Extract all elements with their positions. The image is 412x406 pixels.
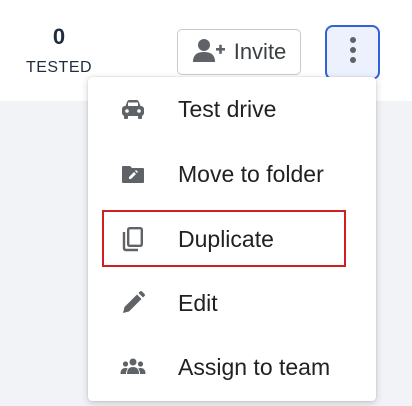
menu-item-label: Test drive	[178, 95, 277, 122]
tested-label: TESTED	[25, 59, 93, 76]
car-icon	[117, 93, 149, 125]
tested-stat: 0 TESTED	[16, 22, 102, 80]
invite-label: Invite	[233, 39, 287, 64]
context-menu: Test drive Move to folder Duplicate Edit…	[88, 77, 376, 401]
menu-item-test-drive[interactable]: Test drive	[88, 80, 376, 138]
more-options-button[interactable]	[325, 25, 380, 80]
menu-item-duplicate[interactable]: Duplicate	[88, 210, 376, 268]
add-person-icon	[192, 37, 226, 68]
menu-item-label: Assign to team	[178, 353, 331, 380]
tested-count: 0	[52, 24, 66, 49]
copy-icon	[117, 223, 149, 255]
team-icon	[117, 351, 149, 383]
menu-item-assign-to-team[interactable]: Assign to team	[88, 338, 376, 396]
menu-item-label: Edit	[178, 289, 218, 316]
folder-move-icon	[117, 158, 149, 190]
menu-item-label: Duplicate	[178, 225, 274, 252]
pencil-icon	[117, 287, 149, 319]
menu-item-move-to-folder[interactable]: Move to folder	[88, 145, 376, 203]
menu-item-edit[interactable]: Edit	[88, 274, 376, 332]
menu-item-label: Move to folder	[178, 160, 324, 187]
more-vert-icon	[349, 36, 357, 69]
invite-button[interactable]: Invite	[177, 29, 301, 75]
